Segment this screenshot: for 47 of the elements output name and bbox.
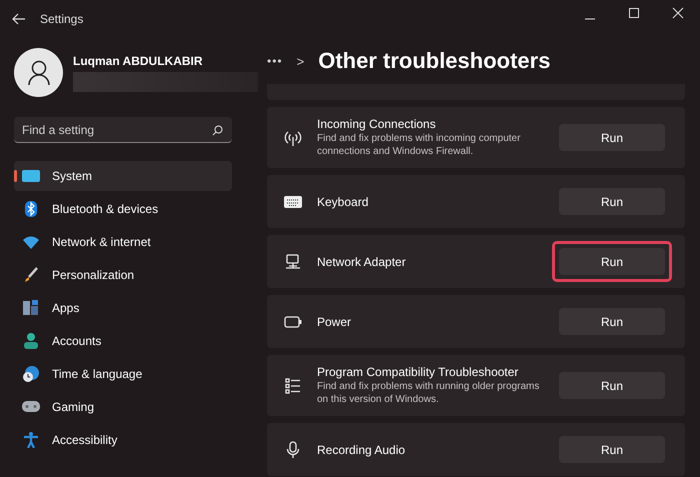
monitor-icon — [22, 170, 40, 182]
troubleshooter-title: Network Adapter — [317, 254, 407, 268]
nav-item[interactable]: System — [14, 161, 232, 191]
troubleshooter-description: Find and fix problems with incoming computer connections and Windows Firewall. — [317, 133, 522, 158]
search-field[interactable]: Find a setting — [14, 117, 232, 143]
run-button[interactable]: Run — [559, 372, 665, 399]
list-icon — [285, 378, 301, 394]
accessibility-icon — [24, 432, 38, 448]
bluetooth-icon — [25, 201, 37, 217]
nav-item[interactable]: Accessibility — [14, 425, 232, 455]
page-title: Other troubleshooters — [318, 48, 550, 74]
troubleshooter-title: Power — [317, 314, 352, 328]
globe-clock-icon — [22, 365, 40, 383]
troubleshooter-description: Find and fix problems with running older programs on this version of Windows. — [317, 381, 540, 406]
back-arrow-icon[interactable] — [12, 13, 26, 25]
troubleshooter-title: Keyboard — [317, 194, 370, 208]
avatar — [14, 48, 63, 97]
window-title: Settings — [40, 12, 84, 26]
run-button[interactable]: Run — [559, 308, 665, 335]
run-button[interactable]: Run — [559, 124, 665, 151]
run-button[interactable]: Run — [559, 248, 665, 275]
search-icon — [212, 125, 223, 136]
battery-icon — [284, 316, 302, 328]
nav-item[interactable]: Personalization — [14, 260, 232, 290]
run-button[interactable]: Run — [559, 188, 665, 215]
user-name: Luqman ABDULKABIR — [73, 54, 204, 68]
keyboard-icon — [284, 196, 302, 208]
wifi-icon — [23, 235, 39, 249]
nav-item[interactable]: Network & internet — [14, 227, 232, 257]
troubleshooter-title: Incoming Connections — [317, 117, 437, 131]
antenna-icon — [284, 130, 302, 146]
brush-icon — [24, 267, 38, 283]
run-button[interactable]: Run — [559, 436, 665, 463]
breadcrumb-separator: > — [296, 54, 304, 68]
nav-item[interactable]: Apps — [14, 293, 232, 323]
nav-item[interactable]: Bluetooth & devices — [14, 194, 232, 224]
microphone-icon — [286, 440, 300, 458]
apps-icon — [23, 300, 39, 316]
controller-icon — [22, 401, 40, 413]
more-breadcrumb[interactable]: ••• — [267, 54, 283, 68]
troubleshooter-title: Recording Audio — [317, 442, 406, 456]
nav-item[interactable]: Accounts — [14, 326, 232, 356]
nav-item[interactable]: Gaming — [14, 392, 232, 422]
computer-icon — [285, 254, 301, 270]
person-icon — [24, 333, 38, 349]
nav-item[interactable]: Time & language — [14, 359, 232, 389]
troubleshooter-title: Program Compatibility Troubleshooter — [317, 365, 520, 379]
